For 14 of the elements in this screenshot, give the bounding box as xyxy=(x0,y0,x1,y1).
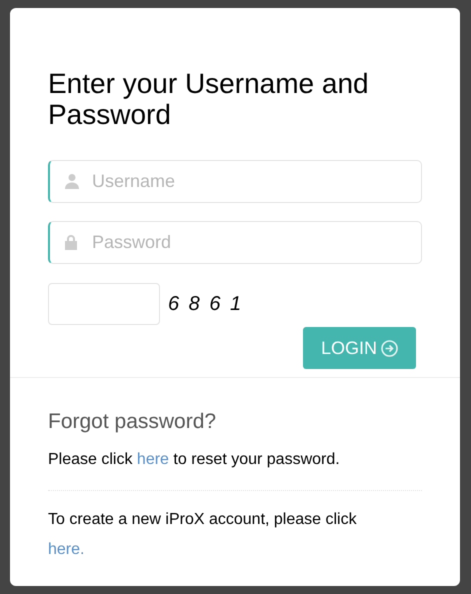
captcha-code: 6 8 6 1 xyxy=(168,292,244,317)
reset-instruction: Please click here to reset your password. xyxy=(48,450,341,470)
register-instruction: To create a new iProX account, please click here. xyxy=(48,510,358,560)
captcha-input[interactable] xyxy=(48,283,160,325)
section-heading: Forgot password? xyxy=(48,409,218,435)
user-icon xyxy=(65,174,79,189)
here-link[interactable]: here. xyxy=(48,540,84,558)
here-link[interactable]: here xyxy=(136,450,169,468)
password-field[interactable]: Password xyxy=(48,221,422,264)
page-heading: Enter your Username and Password xyxy=(48,68,370,130)
lock-icon xyxy=(65,235,77,250)
username-field[interactable]: Username xyxy=(48,160,422,203)
arrow-circle-icon xyxy=(381,340,398,356)
login-button[interactable]: LOGIN xyxy=(302,327,416,369)
